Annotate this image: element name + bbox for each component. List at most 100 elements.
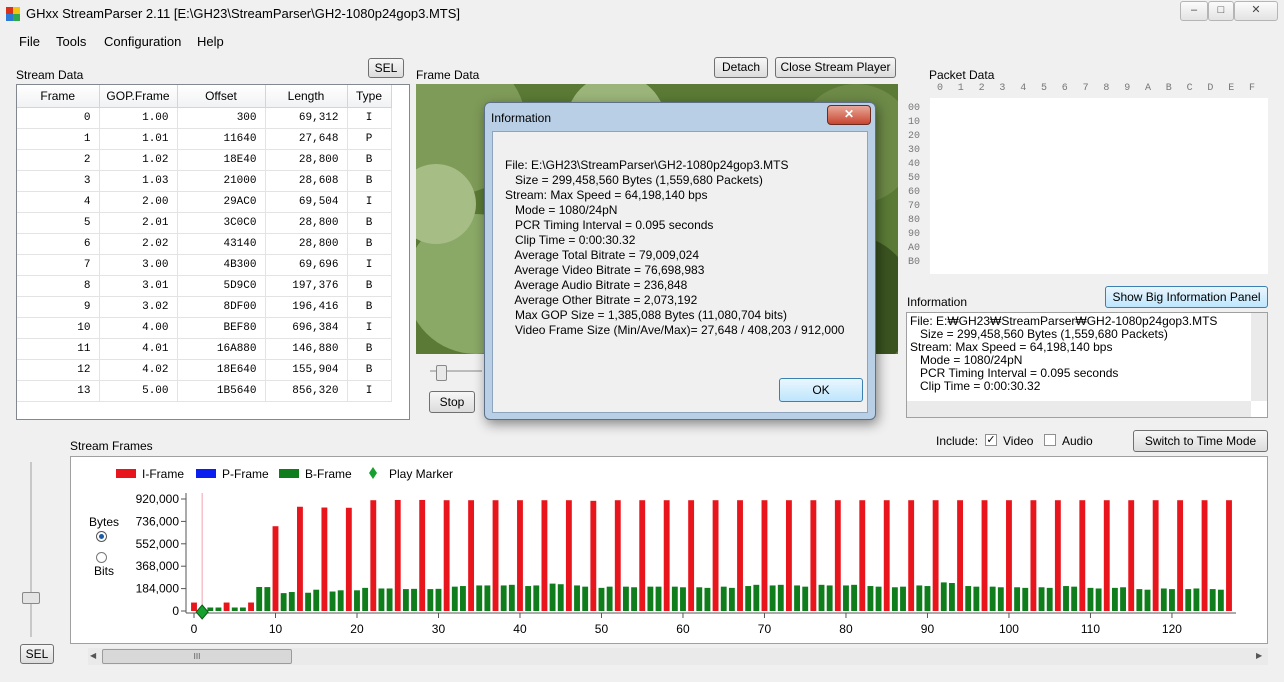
table-cell: 6 bbox=[17, 233, 100, 255]
playback-slider-thumb[interactable] bbox=[436, 365, 447, 381]
column-header[interactable]: Frame bbox=[17, 85, 100, 108]
frame-bar bbox=[712, 500, 719, 611]
bits-radio[interactable] bbox=[96, 552, 107, 563]
column-header[interactable]: Offset bbox=[177, 85, 266, 108]
table-row[interactable]: 6 2.02 43140 28,800 B bbox=[17, 233, 392, 255]
frame-bar bbox=[419, 499, 426, 611]
show-big-information-panel-button[interactable]: Show Big Information Panel bbox=[1105, 286, 1268, 308]
frame-bar bbox=[818, 584, 825, 611]
frame-bar bbox=[451, 586, 458, 611]
stop-button[interactable]: Stop bbox=[429, 391, 475, 413]
frame-bar bbox=[631, 587, 638, 611]
stream-frames-scrollbar[interactable]: ◀ III ▶ bbox=[88, 648, 1268, 665]
packet-col-label: 6 bbox=[1061, 83, 1068, 94]
table-cell: 300 bbox=[177, 107, 266, 129]
play-marker-icon bbox=[195, 604, 209, 620]
information-label: Information bbox=[907, 295, 968, 309]
frame-bar bbox=[1209, 589, 1216, 611]
close-window-button[interactable]: ✕ bbox=[1234, 1, 1278, 21]
frame-bar bbox=[728, 587, 735, 611]
table-row[interactable]: 7 3.00 4B300 69,696 I bbox=[17, 254, 392, 276]
dialog-close-icon[interactable]: ✕ bbox=[827, 105, 871, 125]
zoom-slider-thumb[interactable] bbox=[22, 592, 40, 604]
menu-tools[interactable]: Tools bbox=[56, 34, 86, 49]
stream-frames-sel-button[interactable]: SEL bbox=[20, 644, 54, 664]
frame-bar bbox=[549, 583, 556, 611]
frame-bar bbox=[1079, 500, 1086, 611]
frame-bar bbox=[386, 588, 393, 611]
table-row[interactable]: 11 4.01 16A880 146,880 B bbox=[17, 338, 392, 360]
x-tick-label: 40 bbox=[513, 622, 527, 636]
table-cell: 11 bbox=[17, 338, 100, 360]
table-cell: I bbox=[347, 254, 392, 276]
table-row[interactable]: 9 3.02 8DF00 196,416 B bbox=[17, 296, 392, 318]
column-header[interactable]: Length bbox=[265, 85, 348, 108]
table-row[interactable]: 2 1.02 18E40 28,800 B bbox=[17, 149, 392, 171]
frame-bar bbox=[973, 586, 980, 611]
frame-bar bbox=[704, 587, 711, 611]
table-row[interactable]: 5 2.01 3C0C0 28,800 B bbox=[17, 212, 392, 234]
minimize-button[interactable]: – bbox=[1180, 1, 1208, 21]
frame-bar bbox=[297, 506, 303, 611]
frame-bar bbox=[753, 584, 760, 611]
table-cell: 18E40 bbox=[177, 149, 266, 171]
menu-help[interactable]: Help bbox=[197, 34, 224, 49]
legend-label: B-Frame bbox=[305, 467, 352, 481]
info-horizontal-scrollbar[interactable] bbox=[907, 401, 1251, 417]
stream-data-table[interactable]: Frame GOP.Frame Offset Length Type 0 1.00 300 6… bbox=[16, 84, 410, 420]
detach-button[interactable]: Detach bbox=[714, 57, 768, 78]
stream-data-sel-button[interactable]: SEL bbox=[368, 58, 404, 78]
frame-bar bbox=[362, 587, 369, 611]
table-row[interactable]: 0 1.00 300 69,312 I bbox=[17, 107, 392, 129]
frame-bar bbox=[1169, 589, 1175, 611]
table-cell: 21000 bbox=[177, 170, 266, 192]
table-cell: 5.00 bbox=[99, 380, 178, 402]
information-text-box[interactable]: File: E:₩GH23₩StreamParser₩GH2-1080p24go… bbox=[906, 312, 1268, 418]
audio-checkbox[interactable] bbox=[1044, 434, 1056, 446]
table-cell: 3.00 bbox=[99, 254, 178, 276]
table-row[interactable]: 3 1.03 21000 28,608 B bbox=[17, 170, 392, 192]
x-tick-label: 50 bbox=[595, 622, 609, 636]
switch-to-time-mode-button[interactable]: Switch to Time Mode bbox=[1133, 430, 1268, 452]
table-row[interactable]: 12 4.02 18E640 155,904 B bbox=[17, 359, 392, 381]
frame-bar bbox=[761, 500, 768, 611]
frame-bar bbox=[1038, 587, 1045, 611]
close-stream-player-button[interactable]: Close Stream Player bbox=[775, 57, 896, 78]
stream-table-scrollbar[interactable]: ▲ ▼ bbox=[409, 85, 410, 419]
scroll-thumb[interactable]: III bbox=[102, 649, 292, 664]
bytes-radio[interactable] bbox=[96, 531, 107, 542]
frame-bar bbox=[468, 500, 475, 611]
ok-button[interactable]: OK bbox=[779, 378, 863, 402]
frame-bar bbox=[1193, 588, 1200, 611]
y-tick-label: 368,000 bbox=[136, 559, 180, 573]
table-row[interactable]: 13 5.00 1B5640 856,320 I bbox=[17, 380, 392, 402]
packet-data-view[interactable] bbox=[930, 98, 1268, 274]
frame-bar bbox=[859, 500, 866, 611]
frame-bar bbox=[460, 586, 466, 611]
video-checkbox[interactable]: ✓ bbox=[985, 434, 997, 446]
frame-bar bbox=[1120, 587, 1126, 611]
packet-row-label: 80 bbox=[908, 215, 921, 226]
dialog-line: Mode = 1080/24pN bbox=[505, 203, 618, 217]
column-header[interactable]: Type bbox=[347, 85, 392, 108]
info-vertical-scrollbar[interactable] bbox=[1251, 313, 1267, 401]
column-header[interactable]: GOP.Frame bbox=[99, 85, 178, 108]
menu-configuration[interactable]: Configuration bbox=[104, 34, 181, 49]
frame-bar bbox=[671, 586, 678, 611]
maximize-button[interactable]: □ bbox=[1208, 1, 1234, 21]
scroll-right-icon[interactable]: ▶ bbox=[1256, 651, 1262, 660]
scroll-left-icon[interactable]: ◀ bbox=[90, 651, 96, 660]
window-title: GHxx StreamParser 2.11 [E:\GH23\StreamPa… bbox=[26, 6, 460, 21]
table-row[interactable]: 1 1.01 11640 27,648 P bbox=[17, 128, 392, 150]
table-row[interactable]: 10 4.00 BEF80 696,384 I bbox=[17, 317, 392, 339]
packet-col-label: 3 bbox=[999, 83, 1006, 94]
playback-slider[interactable] bbox=[430, 365, 482, 381]
frame-bar bbox=[1177, 500, 1184, 611]
table-row[interactable]: 4 2.00 29AC0 69,504 I bbox=[17, 191, 392, 213]
frame-bar bbox=[745, 586, 752, 611]
menu-file[interactable]: File bbox=[19, 34, 40, 49]
table-row[interactable]: 8 3.01 5D9C0 197,376 B bbox=[17, 275, 392, 297]
packet-col-label: 1 bbox=[957, 83, 964, 94]
zoom-slider[interactable] bbox=[20, 462, 42, 637]
table-cell: 69,696 bbox=[265, 254, 348, 276]
